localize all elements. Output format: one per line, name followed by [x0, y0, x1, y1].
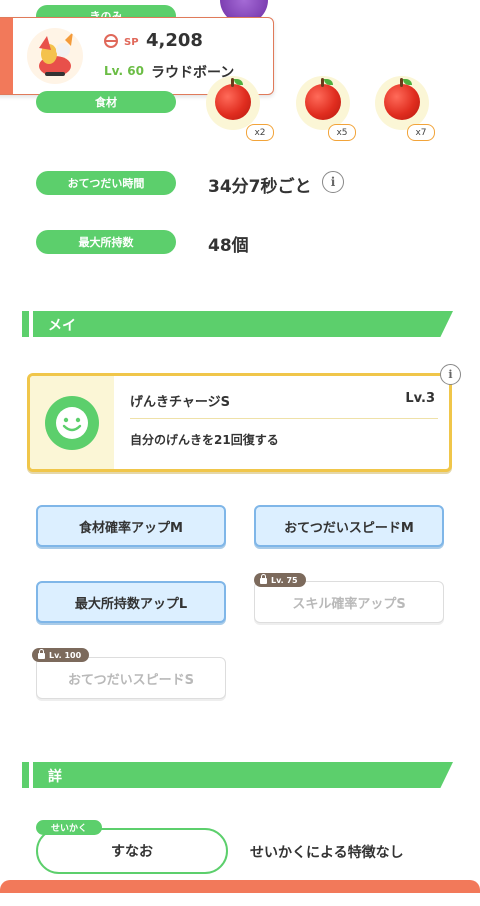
- max-carry-label-pill: 最大所持数: [36, 230, 176, 254]
- apple-icon: [384, 78, 420, 120]
- unlock-badge-lv100: Lv. 100: [32, 648, 90, 662]
- sp-label: SP: [124, 37, 139, 48]
- help-time-label: おてつだい時間: [67, 177, 145, 190]
- ingredient-slot-1[interactable]: [206, 76, 260, 130]
- sub-skill-1-label: 食材確率アップM: [79, 520, 183, 536]
- max-carry-label: 最大所持数: [78, 236, 134, 249]
- nature-tag-label: せいかく: [50, 824, 87, 834]
- apple-icon: [305, 78, 341, 120]
- sub-skill-3-button[interactable]: 最大所持数アップL: [36, 581, 226, 623]
- main-skill-icon-panel: [30, 376, 114, 469]
- main-skill-divider: [130, 418, 438, 419]
- sub-skill-5-button[interactable]: おてつだいスピードS: [36, 657, 226, 699]
- sp-icon: [104, 34, 118, 48]
- sub-skill-4-label: スキル確率アップS: [292, 596, 406, 612]
- nature-tag: せいかく: [36, 820, 102, 835]
- main-skill-description: 自分のげんきを21回復する: [130, 433, 279, 447]
- unlock-level-100: Lv. 100: [49, 650, 82, 660]
- ingredient-slot-2[interactable]: [296, 76, 350, 130]
- pokemon-level: Lv. 60: [104, 64, 144, 78]
- lock-icon: [38, 649, 45, 659]
- main-skill-name: げんきチャージS: [130, 395, 230, 410]
- main-skill-info-icon[interactable]: i: [440, 364, 461, 385]
- sub-skill-2-button[interactable]: おてつだいスピードM: [254, 505, 444, 547]
- unlock-level-75: Lv. 75: [271, 575, 298, 585]
- ingredient-slot-3[interactable]: [375, 76, 429, 130]
- apple-icon: [215, 78, 251, 120]
- unlock-badge-lv75: Lv. 75: [254, 573, 306, 587]
- help-time-label-pill: おてつだい時間: [36, 171, 176, 195]
- pokemon-avatar: [27, 28, 83, 84]
- main-skill-card[interactable]: げんきチャージS Lv.3 自分のげんきを21回復する: [27, 373, 452, 472]
- help-time-value: 34分7秒ごと: [208, 177, 312, 197]
- ingredients-label: 食材: [95, 96, 117, 109]
- footer-bar: [0, 880, 480, 893]
- nature-effect: せいかくによる特徴なし: [250, 845, 404, 861]
- ingredient-qty-1: x2: [246, 124, 274, 141]
- pokemon-sprite: [39, 32, 73, 76]
- sub-skill-4-button[interactable]: スキル確率アップS: [254, 581, 444, 623]
- max-carry-value: 48個: [208, 236, 249, 256]
- ingredient-qty-3: x7: [407, 124, 435, 141]
- ingredients-label-pill: 食材: [36, 91, 176, 113]
- sp-value: 4,208: [146, 30, 203, 51]
- card-accent-stripe: [0, 18, 13, 94]
- lock-icon: [260, 574, 267, 584]
- sub-skill-2-label: おてつだいスピードM: [284, 520, 414, 536]
- nature-value: すなお: [111, 844, 153, 860]
- main-skill-level: Lv.3: [405, 391, 435, 406]
- info-icon[interactable]: i: [322, 171, 344, 193]
- sub-skill-5-label: おてつだいスピードS: [67, 672, 195, 688]
- sub-skill-3-label: 最大所持数アップL: [74, 596, 188, 612]
- ingredient-qty-2: x5: [328, 124, 356, 141]
- sub-skill-1-button[interactable]: 食材確率アップM: [36, 505, 226, 547]
- smile-icon: [45, 396, 99, 450]
